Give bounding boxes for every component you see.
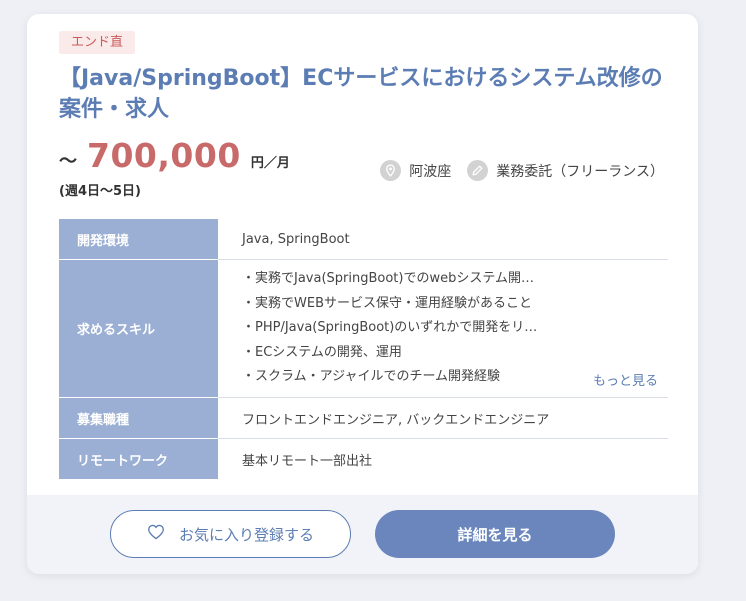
favorite-button[interactable]: お気に入り登録する: [110, 510, 351, 558]
location-text: 阿波座: [409, 163, 452, 180]
role-label: 募集職種: [59, 397, 218, 439]
table-row: 求めるスキル ・実務でJava(SpringBoot)でのwebシステム開… ・…: [59, 259, 668, 398]
remote-value: 基本リモート一部出社: [242, 453, 373, 469]
skill-item: ・PHP/Java(SpringBoot)のいずれかで開発をリ…: [242, 320, 538, 336]
heart-icon: [147, 524, 165, 544]
skills-list: ・実務でJava(SpringBoot)でのwebシステム開… ・実務でWEBサ…: [242, 260, 668, 397]
table-row: 募集職種 フロントエンドエンジニア, バックエンドエンジニア: [59, 397, 668, 439]
card-footer: お気に入り登録する 詳細を見る: [27, 495, 698, 574]
price-amount: 700,000: [87, 136, 241, 175]
skill-item: ・実務でWEBサービス保守・運用経験があること: [242, 295, 532, 311]
job-title[interactable]: 【Java/SpringBoot】ECサービスにおけるシステム改修の案件・求人: [59, 63, 679, 125]
price-prefix: 〜: [59, 151, 77, 172]
contract-text: 業務委託（フリーランス）: [496, 163, 664, 180]
location-item: 阿波座: [380, 160, 451, 181]
job-details-table: 開発環境 Java, SpringBoot 求めるスキル ・実務でJava(Sp…: [59, 219, 668, 479]
pencil-icon: [467, 160, 489, 181]
job-meta: 阿波座 業務委託（フリーランス）: [380, 160, 664, 181]
table-row: リモートワーク 基本リモート一部出社: [59, 438, 668, 479]
detail-button-label: 詳細を見る: [457, 525, 533, 544]
show-more-link[interactable]: もっと見る: [593, 370, 658, 389]
contract-item: 業務委託（フリーランス）: [467, 160, 664, 181]
favorite-button-label: お気に入り登録する: [178, 525, 314, 544]
map-pin-icon: [380, 160, 402, 181]
job-card: エンド直 【Java/SpringBoot】ECサービスにおけるシステム改修の案…: [27, 14, 698, 574]
skill-item: ・実務でJava(SpringBoot)でのwebシステム開…: [242, 271, 534, 287]
env-value: Java, SpringBoot: [218, 219, 668, 260]
price-row: 〜 700,000 円／月: [59, 136, 290, 175]
table-row: 開発環境 Java, SpringBoot: [59, 219, 668, 260]
remote-label: リモートワーク: [59, 438, 218, 479]
env-label: 開発環境: [59, 219, 218, 260]
working-days: (週4日〜5日): [59, 184, 141, 199]
detail-button[interactable]: 詳細を見る: [375, 510, 615, 558]
price-unit: 円／月: [250, 156, 290, 171]
skills-cell: ・実務でJava(SpringBoot)でのwebシステム開… ・実務でWEBサ…: [218, 259, 668, 398]
skill-item: ・ECシステムの開発、運用: [242, 344, 402, 360]
end-direct-badge: エンド直: [59, 31, 136, 54]
role-value: フロントエンドエンジニア, バックエンドエンジニア: [218, 397, 668, 439]
skills-label: 求めるスキル: [59, 259, 218, 398]
